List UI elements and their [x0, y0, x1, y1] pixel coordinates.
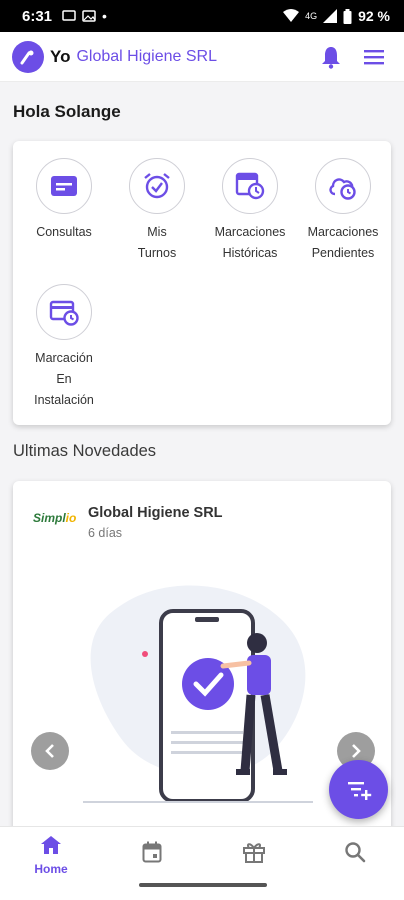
news-company: Global Higiene SRL — [88, 505, 223, 521]
app-bar: Yo Global Higiene SRL — [0, 32, 404, 82]
brand-short: Yo — [50, 46, 71, 66]
shortcut-label: Marcaciones Históricas — [214, 225, 286, 260]
message-icon — [62, 10, 76, 21]
shortcuts-card: Consultas Mis Turnos Marcaciones Históri… — [13, 141, 391, 425]
filter-add-icon — [347, 781, 371, 800]
news-age: 6 días — [88, 526, 123, 540]
nav-calendar[interactable] — [122, 841, 182, 868]
section-title: Ultimas Novedades — [13, 442, 157, 460]
battery-percentage: 92 % — [358, 8, 390, 24]
shortcut-label: Mis Turnos — [137, 225, 177, 260]
network-label: 4G — [305, 11, 318, 21]
calendar-icon — [142, 841, 162, 863]
signal-icon — [323, 9, 338, 23]
history-calendar-icon — [235, 172, 265, 200]
bottom-navigation: Home — [0, 826, 404, 900]
menu-icon[interactable] — [364, 49, 384, 65]
search-icon — [345, 842, 366, 863]
nav-home-label: Home — [34, 862, 68, 876]
chevron-left-icon — [45, 744, 54, 758]
app-logo — [12, 40, 44, 73]
more-notifications-icon: • — [102, 8, 107, 24]
nav-search[interactable] — [325, 841, 385, 868]
status-time: 6:31 — [22, 7, 53, 25]
shortcut-circle[interactable] — [36, 284, 92, 340]
shortcut-circle[interactable] — [315, 158, 371, 214]
gift-icon — [243, 843, 265, 863]
alarm-clock-icon — [144, 173, 170, 199]
image-icon — [82, 10, 96, 22]
bell-icon[interactable] — [320, 45, 342, 69]
shortcut-marcaciones-pendientes[interactable]: Marcaciones Pendientes — [295, 158, 391, 264]
shortcut-consultas[interactable]: Consultas — [16, 158, 112, 243]
chevron-right-icon — [352, 744, 361, 758]
shortcut-circle[interactable] — [222, 158, 278, 214]
nav-home[interactable]: Home — [21, 835, 81, 876]
carousel-prev-button[interactable] — [31, 732, 69, 770]
battery-icon — [343, 8, 352, 24]
news-illustration — [83, 585, 313, 803]
shortcut-circle[interactable] — [129, 158, 185, 214]
greeting-text: Hola Solange — [13, 102, 121, 121]
shortcut-label: Marcación En Instalación — [34, 351, 94, 407]
logo-slash-icon — [20, 50, 34, 64]
shortcut-label: Consultas — [36, 225, 92, 239]
company-name: Global Higiene SRL — [76, 47, 217, 65]
nav-gifts[interactable] — [224, 841, 284, 868]
wifi-icon — [283, 9, 300, 22]
shortcut-circle[interactable] — [36, 158, 92, 214]
card-clock-icon — [49, 300, 79, 326]
notification-icons: • — [62, 8, 107, 24]
gesture-home-indicator[interactable] — [139, 883, 267, 887]
shortcut-marcacion-instalacion[interactable]: Marcación En Instalación — [16, 284, 112, 411]
card-icon — [51, 176, 77, 196]
news-logo: Simplio — [33, 511, 77, 525]
home-icon — [41, 836, 61, 854]
status-bar: 6:31 • 4G 92 % — [0, 0, 404, 32]
shortcut-label: Marcaciones Pendientes — [307, 225, 379, 260]
shortcut-marcaciones-historicas[interactable]: Marcaciones Históricas — [202, 158, 298, 264]
shortcut-mis-turnos[interactable]: Mis Turnos — [109, 158, 205, 264]
cloud-clock-icon — [329, 178, 356, 200]
filter-add-fab[interactable] — [329, 760, 388, 819]
